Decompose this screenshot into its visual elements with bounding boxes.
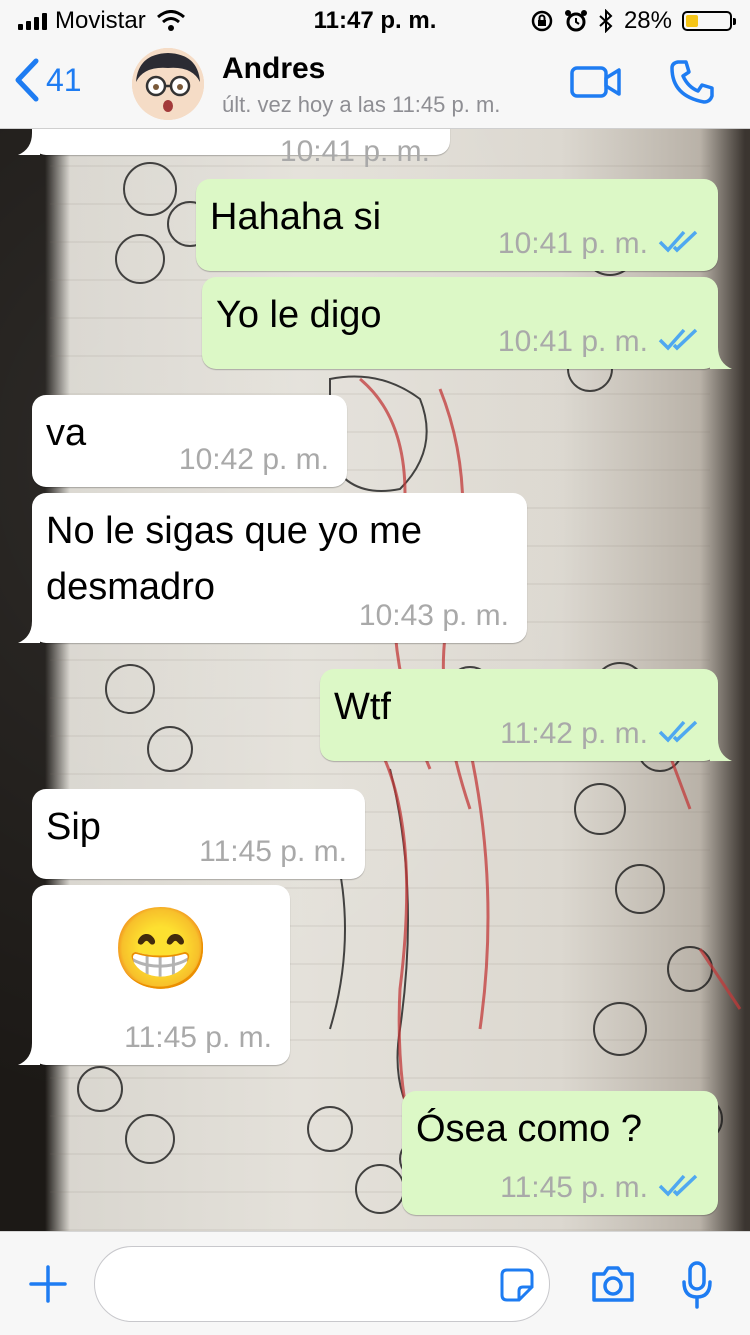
- bubble-tail: [18, 1043, 40, 1065]
- message-time: 10:42 p. m.: [178, 443, 329, 476]
- read-receipt-icon: [658, 230, 698, 253]
- bubble-tail: [710, 739, 732, 761]
- message-bubble-incoming[interactable]: No le sigas que yo me desmadro 10:43 p. …: [18, 493, 527, 643]
- microphone-icon[interactable]: [680, 1260, 714, 1310]
- message-bubble-incoming[interactable]: Sip 11:45 p. m.: [32, 789, 365, 879]
- bubble-tail: [18, 621, 40, 643]
- bubble-tail: [710, 347, 732, 369]
- message-input[interactable]: [115, 1257, 499, 1313]
- last-seen-status: últ. vez hoy a las 11:45 p. m.: [222, 92, 501, 117]
- message-bubble-outgoing[interactable]: Hahaha si 10:41 p. m.: [196, 179, 718, 271]
- message-time: 11:45 p. m.: [199, 835, 347, 868]
- message-bubble-outgoing[interactable]: Ósea como ? 11:45 p. m.: [402, 1091, 718, 1215]
- back-button[interactable]: 41: [14, 58, 82, 102]
- message-text: Ósea como ?: [416, 1108, 642, 1150]
- message-bubble-incoming[interactable]: 10:41 p. m.: [18, 129, 450, 168]
- video-call-icon[interactable]: [570, 62, 622, 102]
- bubble-tail: [18, 133, 40, 155]
- alarm-icon: [564, 10, 587, 32]
- plus-icon[interactable]: [28, 1264, 68, 1304]
- orientation-lock-icon: [531, 10, 553, 32]
- read-receipt-icon: [658, 1174, 698, 1197]
- message-time: 11:45 p. m.: [124, 1021, 272, 1054]
- avatar-image: [132, 48, 204, 120]
- message-bubble-incoming[interactable]: 😁 11:45 p. m.: [18, 885, 290, 1065]
- contact-name[interactable]: Andres: [222, 52, 325, 86]
- back-chevron-icon: [15, 58, 39, 102]
- status-right: 28%: [530, 7, 736, 35]
- avatar[interactable]: [132, 48, 204, 120]
- message-bubble-incoming[interactable]: va 10:42 p. m.: [32, 395, 347, 487]
- battery-icon: [682, 11, 736, 31]
- unread-count: 41: [46, 61, 82, 98]
- message-time: 10:41 p. m.: [497, 325, 648, 358]
- message-bubble-outgoing[interactable]: Wtf 11:42 p. m.: [320, 669, 732, 761]
- battery-percent: 28%: [623, 7, 672, 34]
- phone-icon[interactable]: [668, 58, 716, 106]
- message-text-line: No le sigas que yo me: [46, 510, 422, 552]
- message-text: Yo le digo: [216, 294, 382, 336]
- message-text: Sip: [46, 806, 101, 848]
- message-time: 10:43 p. m.: [358, 599, 509, 632]
- chat-header: 41 Andres últ. vez hoy a las 11:45 p. m.: [0, 40, 750, 129]
- message-time: 11:45 p. m.: [500, 1171, 648, 1204]
- message-time: 10:41 p. m.: [279, 135, 430, 168]
- composer-bar: [0, 1231, 750, 1335]
- chat-area[interactable]: 10:41 p. m. Hahaha si 10:41 p. m. Yo le …: [0, 129, 750, 1231]
- message-time: 11:42 p. m.: [500, 717, 648, 750]
- message-bubble-outgoing[interactable]: Yo le digo 10:41 p. m.: [202, 277, 732, 369]
- sticker-icon[interactable]: [499, 1267, 535, 1303]
- message-input-field[interactable]: [94, 1246, 550, 1322]
- emoji-message: 😁: [111, 904, 211, 993]
- read-receipt-icon: [658, 328, 698, 351]
- message-text: va: [46, 412, 87, 454]
- message-text: Hahaha si: [210, 196, 382, 238]
- message-time: 10:41 p. m.: [497, 227, 648, 260]
- read-receipt-icon: [658, 720, 698, 743]
- camera-icon[interactable]: [590, 1264, 636, 1304]
- message-text: Wtf: [334, 686, 391, 728]
- status-bar: Movistar 11:47 p. m. 28%: [0, 0, 750, 40]
- battery-level: [686, 15, 698, 27]
- bluetooth-icon: [599, 9, 613, 33]
